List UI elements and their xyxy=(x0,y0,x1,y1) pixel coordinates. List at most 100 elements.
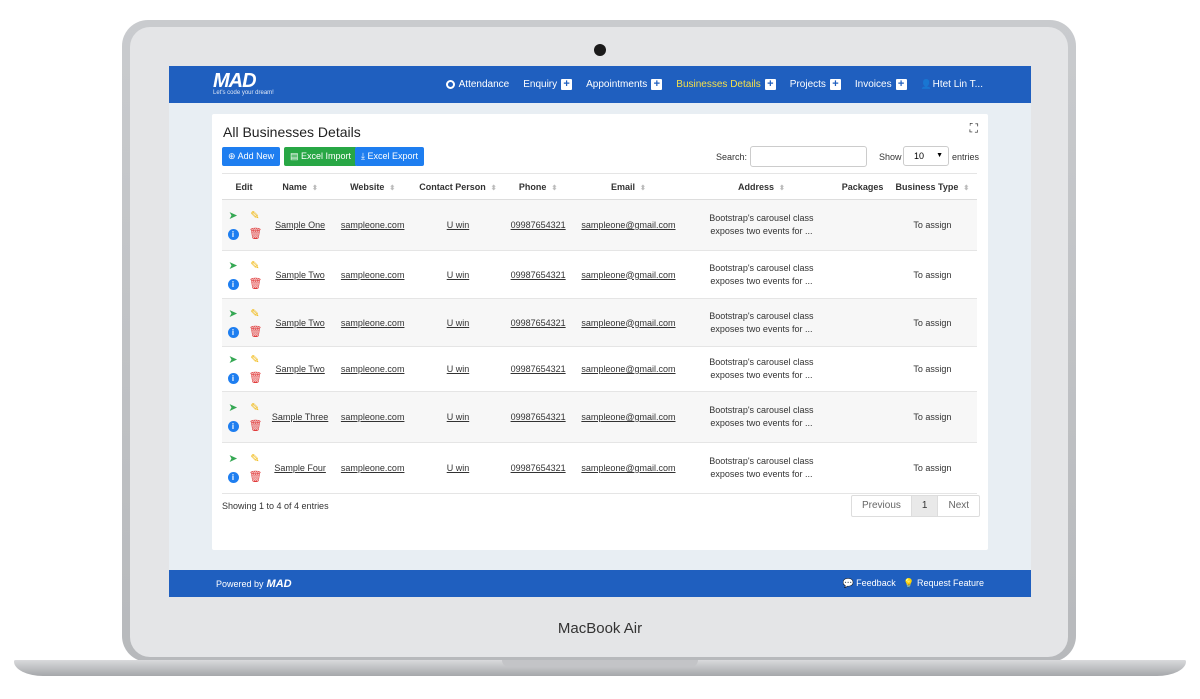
footer-logo[interactable]: MAD xyxy=(267,578,292,590)
next-page-button[interactable]: Next xyxy=(938,496,979,516)
page-size-select[interactable]: 10 ▼ xyxy=(903,146,949,166)
sort-icon[interactable]: ⬍ xyxy=(312,185,318,192)
info-icon[interactable]: i xyxy=(227,472,239,483)
send-icon[interactable]: ➤ xyxy=(227,260,239,272)
business-name-link[interactable]: Sample One xyxy=(275,220,325,230)
email-link[interactable]: sampleone@gmail.com xyxy=(581,270,675,280)
plus-square-icon[interactable]: + xyxy=(764,79,776,90)
contact-link[interactable]: U win xyxy=(447,364,470,374)
info-icon[interactable]: i xyxy=(227,373,239,384)
plus-square-icon[interactable]: + xyxy=(651,79,663,90)
nav-item-projects[interactable]: Projects + xyxy=(790,79,841,90)
send-icon[interactable]: ➤ xyxy=(227,210,239,222)
website-link[interactable]: sampleone.com xyxy=(341,463,405,473)
column-header[interactable]: Address ⬍ xyxy=(685,173,838,200)
trash-icon[interactable]: 🗑 xyxy=(249,372,263,384)
nav-item-appointments[interactable]: Appointments + xyxy=(586,79,663,90)
contact-link[interactable]: U win xyxy=(447,318,470,328)
column-header[interactable]: Packages xyxy=(837,173,888,200)
email-cell: sampleone@gmail.com xyxy=(571,391,686,443)
website-link[interactable]: sampleone.com xyxy=(341,270,405,280)
business-name-link[interactable]: Sample Four xyxy=(274,463,326,473)
website-link[interactable]: sampleone.com xyxy=(341,318,405,328)
search-label: Search: xyxy=(716,152,748,162)
website-link[interactable]: sampleone.com xyxy=(341,220,405,230)
email-link[interactable]: sampleone@gmail.com xyxy=(581,220,675,230)
phone-link[interactable]: 09987654321 xyxy=(511,463,566,473)
sort-icon[interactable]: ⬍ xyxy=(551,185,557,192)
user-menu[interactable]: 👤 Htet Lin T... xyxy=(921,79,983,90)
business-name-link[interactable]: Sample Three xyxy=(272,412,328,422)
nav-item-invoices[interactable]: Invoices + xyxy=(855,79,907,90)
request-feature-link[interactable]: 💡 Request Feature xyxy=(903,578,984,588)
column-header[interactable]: Contact Person ⬍ xyxy=(411,173,505,200)
trash-icon[interactable]: 🗑 xyxy=(249,420,263,432)
sort-icon[interactable]: ⬍ xyxy=(389,185,395,192)
business-name-link[interactable]: Sample Two xyxy=(275,364,324,374)
column-header[interactable]: Email ⬍ xyxy=(571,173,686,200)
business-name-link[interactable]: Sample Two xyxy=(275,270,324,280)
info-icon[interactable]: i xyxy=(227,326,239,338)
info-icon[interactable]: i xyxy=(227,278,239,290)
name-cell: Sample Four xyxy=(266,442,335,494)
sort-icon[interactable]: ⬍ xyxy=(491,185,497,192)
info-icon[interactable]: i xyxy=(227,421,239,432)
plus-square-icon[interactable]: + xyxy=(561,79,573,90)
business-name-link[interactable]: Sample Two xyxy=(275,318,324,328)
column-header[interactable]: Website ⬍ xyxy=(334,173,412,200)
edit-icon[interactable]: ✎ xyxy=(249,453,261,465)
phone-link[interactable]: 09987654321 xyxy=(511,270,566,280)
plus-square-icon[interactable]: + xyxy=(895,79,907,90)
fullscreen-icon[interactable]: ⛶ xyxy=(970,121,978,136)
sort-icon[interactable]: ⬍ xyxy=(963,185,969,192)
info-icon[interactable]: i xyxy=(227,229,239,240)
trash-icon[interactable]: 🗑 xyxy=(249,326,263,338)
edit-icon[interactable]: ✎ xyxy=(249,210,261,222)
search-input[interactable] xyxy=(750,146,867,167)
website-link[interactable]: sampleone.com xyxy=(341,364,405,374)
website-link[interactable]: sampleone.com xyxy=(341,412,405,422)
send-icon[interactable]: ➤ xyxy=(227,402,239,414)
add-new-button[interactable]: ⊕ Add New xyxy=(222,147,281,166)
edit-cell: ➤ ✎ i 🗑 xyxy=(222,250,266,299)
excel-import-button[interactable]: ▤ Excel Import xyxy=(284,147,358,166)
sort-icon[interactable]: ⬍ xyxy=(779,185,785,192)
nav-item-enquiry[interactable]: Enquiry + xyxy=(523,79,573,90)
column-header-label: Edit xyxy=(235,181,253,192)
page-1-button[interactable]: 1 xyxy=(910,496,939,516)
excel-export-button[interactable]: ⤓ Excel Export xyxy=(355,147,425,166)
feedback-link[interactable]: 💬 Feedback xyxy=(842,578,895,588)
phone-link[interactable]: 09987654321 xyxy=(511,318,566,328)
edit-icon[interactable]: ✎ xyxy=(249,354,261,366)
trash-icon[interactable]: 🗑 xyxy=(249,278,263,290)
email-link[interactable]: sampleone@gmail.com xyxy=(581,318,675,328)
contact-link[interactable]: U win xyxy=(447,270,470,280)
column-header[interactable]: Phone ⬍ xyxy=(504,173,572,200)
sort-icon[interactable]: ⬍ xyxy=(640,185,646,192)
contact-link[interactable]: U win xyxy=(447,412,470,422)
nav-item-businesses-details[interactable]: Businesses Details + xyxy=(676,79,776,90)
edit-icon[interactable]: ✎ xyxy=(249,308,261,320)
phone-link[interactable]: 09987654321 xyxy=(511,364,566,374)
edit-icon[interactable]: ✎ xyxy=(249,402,261,414)
column-header[interactable]: Business Type ⬍ xyxy=(887,173,977,200)
phone-link[interactable]: 09987654321 xyxy=(511,220,566,230)
contact-link[interactable]: U win xyxy=(447,463,470,473)
trash-icon[interactable]: 🗑 xyxy=(249,471,263,483)
email-link[interactable]: sampleone@gmail.com xyxy=(581,412,675,422)
send-icon[interactable]: ➤ xyxy=(227,453,239,465)
edit-icon[interactable]: ✎ xyxy=(249,260,261,272)
phone-link[interactable]: 09987654321 xyxy=(511,412,566,422)
email-link[interactable]: sampleone@gmail.com xyxy=(581,364,675,374)
nav-item-attendance[interactable]: Attendance xyxy=(445,79,509,90)
plus-square-icon[interactable]: + xyxy=(829,79,841,90)
contact-link[interactable]: U win xyxy=(447,220,470,230)
brand-logo[interactable]: MAD Let's code your dream! xyxy=(213,71,274,97)
column-header[interactable]: Name ⬍ xyxy=(266,173,335,200)
send-icon[interactable]: ➤ xyxy=(227,354,239,366)
send-icon[interactable]: ➤ xyxy=(227,308,239,320)
column-header[interactable]: Edit xyxy=(222,173,266,200)
trash-icon[interactable]: 🗑 xyxy=(249,228,263,240)
email-link[interactable]: sampleone@gmail.com xyxy=(581,463,675,473)
previous-page-button[interactable]: Previous xyxy=(852,496,911,516)
